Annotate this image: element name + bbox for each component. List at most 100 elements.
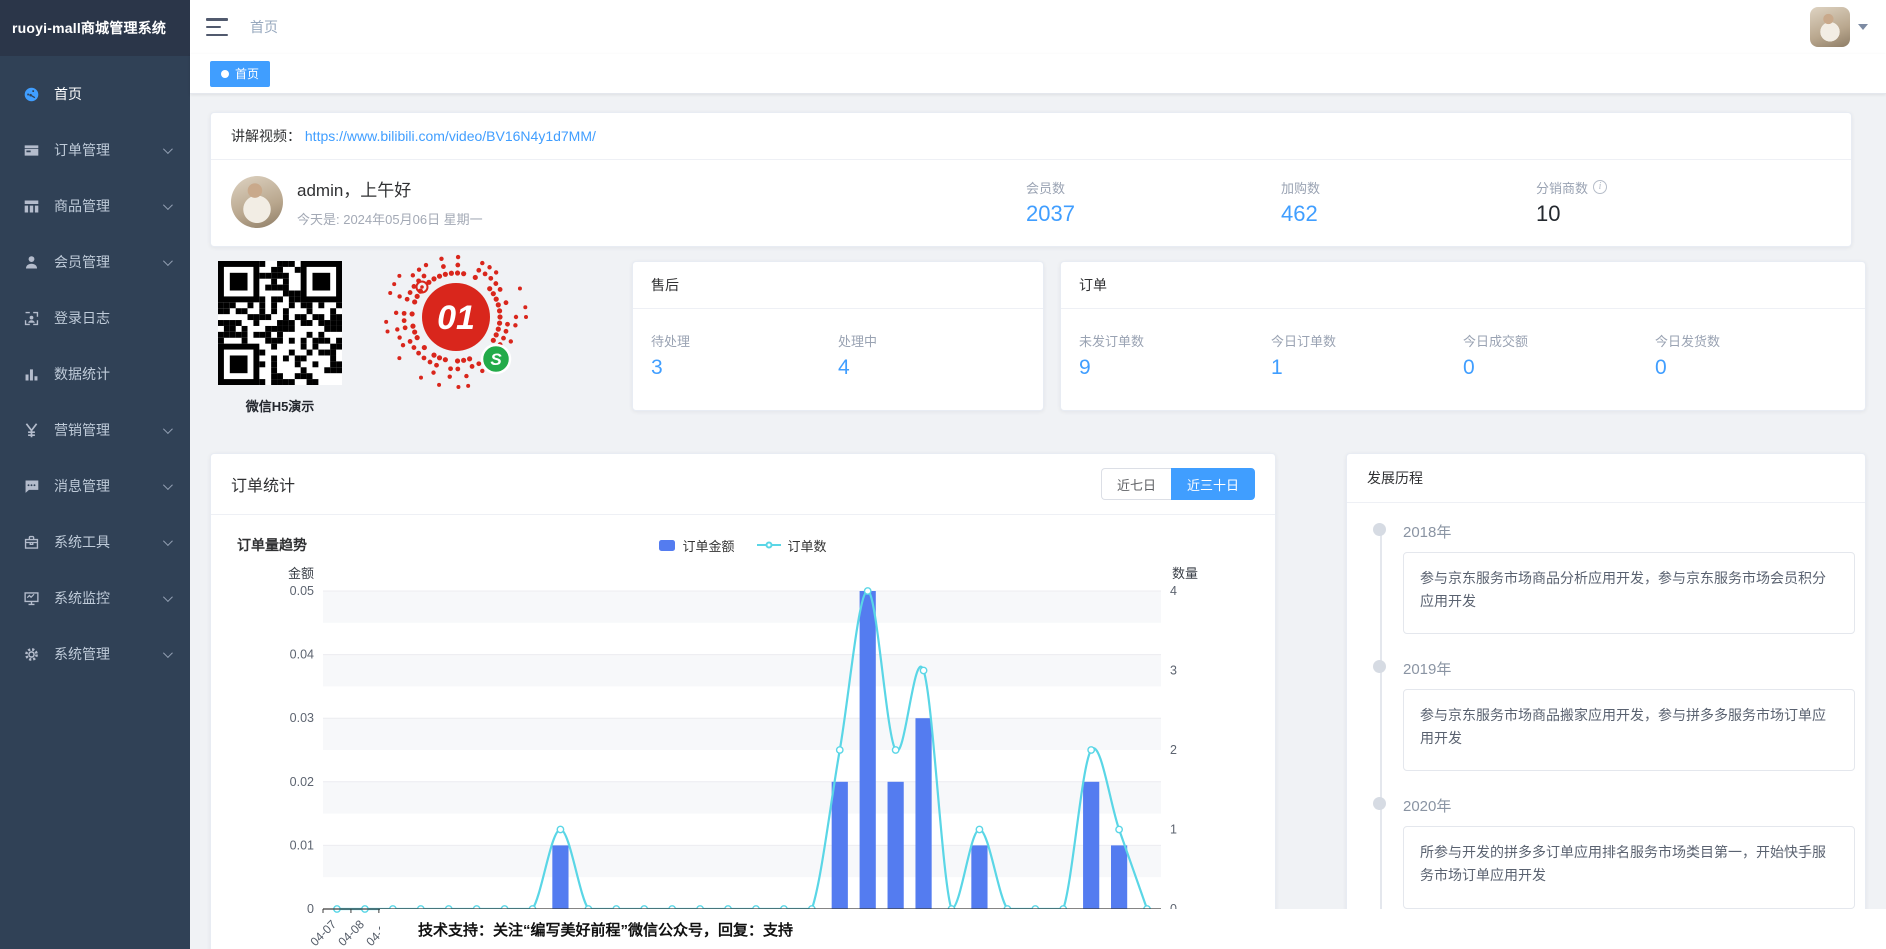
message-icon	[22, 477, 40, 495]
app-root: ruoyi-mall商城管理系统 首页 订单管理 商品管理	[0, 0, 1886, 949]
product-icon	[22, 197, 40, 215]
timeline-year: 2019年	[1403, 658, 1841, 679]
timeline-item-2020: 2020年 所参与开发的拼多多订单应用排名服务市场类目第一，开始快手服务市场订单…	[1369, 795, 1841, 908]
timeline-dot	[1373, 660, 1386, 673]
tab-home-label: 首页	[235, 65, 259, 82]
sidebar-item-orders[interactable]: 订单管理	[0, 122, 190, 178]
metric-label: 待处理	[651, 331, 838, 350]
metric-label: 今日发货数	[1655, 331, 1847, 350]
timeline-text: 所参与开发的拼多多订单应用排名服务市场类目第一，开始快手服务市场订单应用开发	[1403, 826, 1855, 908]
timeline-year: 2020年	[1403, 795, 1841, 816]
metric-label: 未发订单数	[1079, 331, 1271, 350]
chart-legend: 订单金额 订单数	[237, 536, 1249, 555]
timeline-text: 参与京东服务市场商品分析应用开发，参与京东服务市场会员积分应用开发	[1403, 552, 1855, 634]
stat-label: 会员数	[1026, 178, 1065, 197]
qr-and-summary-row: 微信H5演示 01S 售后 待处理 3 处理中	[210, 261, 1866, 415]
range-last-30-days-button[interactable]: 近三十日	[1171, 468, 1255, 500]
sidebar-item-label: 系统工具	[54, 532, 163, 552]
order-trend-chart[interactable]: 00.010.020.030.040.05金额01234数量04-0704-08…	[237, 557, 1249, 949]
sidebar-item-system-tools[interactable]: 系统工具	[0, 514, 190, 570]
legend-order-amount[interactable]: 订单金额	[659, 536, 734, 555]
user-avatar[interactable]	[1810, 7, 1850, 47]
stat-distributors: 分销商数 i 10	[1536, 178, 1791, 227]
top-navbar: 首页	[190, 0, 1886, 54]
sidebar-item-label: 会员管理	[54, 252, 163, 272]
metric-label: 处理中	[838, 331, 1025, 350]
page-content: 讲解视频： https://www.bilibili.com/video/BV1…	[190, 94, 1886, 949]
order-unshipped: 未发订单数 9	[1079, 331, 1271, 380]
sidebar-item-label: 系统监控	[54, 588, 163, 608]
metric-value[interactable]: 0	[1655, 356, 1847, 380]
aftersale-card: 售后 待处理 3 处理中 4	[632, 261, 1044, 411]
svg-text:数量: 数量	[1172, 566, 1198, 581]
sidebar-item-messages[interactable]: 消息管理	[0, 458, 190, 514]
stat-value: 2037	[1026, 201, 1281, 227]
info-icon[interactable]: i	[1593, 180, 1607, 194]
metric-value[interactable]: 0	[1463, 356, 1655, 380]
sidebar-item-marketing[interactable]: 营销管理	[0, 402, 190, 458]
greeting-row: admin，上午好 今天是: 2024年05月06日 星期一 会员数 2037 …	[211, 160, 1851, 246]
app-logo-title: ruoyi-mall商城管理系统	[0, 0, 190, 56]
bar-legend-swatch	[659, 540, 675, 551]
stat-label: 加购数	[1281, 178, 1320, 197]
svg-text:4: 4	[1170, 584, 1177, 598]
legend-order-count[interactable]: 订单数	[757, 536, 827, 555]
metric-value[interactable]: 1	[1271, 356, 1463, 380]
sidebar-toggle-icon[interactable]	[206, 18, 228, 36]
sidebar-item-login-log[interactable]: 登录日志	[0, 290, 190, 346]
wechat-h5-qr-label: 微信H5演示	[218, 396, 342, 415]
qr-zone: 微信H5演示 01S	[210, 261, 610, 415]
chevron-down-icon	[163, 200, 173, 210]
sidebar-item-system-settings[interactable]: 系统管理	[0, 626, 190, 682]
date-range-toggle: 近七日 近三十日	[1101, 468, 1255, 500]
login-log-icon	[22, 309, 40, 327]
stat-members: 会员数 2037	[1026, 178, 1281, 227]
metric-value[interactable]: 4	[838, 356, 1025, 380]
chevron-down-icon	[163, 648, 173, 658]
mini-program-qr-code: 01S	[378, 251, 536, 406]
sidebar-item-members[interactable]: 会员管理	[0, 234, 190, 290]
breadcrumb[interactable]: 首页	[250, 17, 278, 37]
timeline-dot	[1373, 523, 1386, 536]
legend-label: 订单数	[788, 536, 827, 555]
metric-value[interactable]: 9	[1079, 356, 1271, 380]
svg-text:1: 1	[1170, 823, 1177, 837]
timeline-item-2019: 2019年 参与京东服务市场商品搬家应用开发，参与拼多多服务市场订单应用开发	[1369, 658, 1841, 771]
metric-value[interactable]: 3	[651, 356, 838, 380]
svg-text:04-07: 04-07	[307, 917, 339, 949]
chevron-down-icon	[163, 256, 173, 266]
tab-home[interactable]: 首页	[210, 61, 270, 87]
order-today-count: 今日订单数 1	[1271, 331, 1463, 380]
tools-icon	[22, 533, 40, 551]
wechat-h5-qr-code	[218, 261, 342, 390]
sidebar-item-system-monitor[interactable]: 系统监控	[0, 570, 190, 626]
statistics-icon	[22, 365, 40, 383]
timeline-title: 发展历程	[1347, 454, 1865, 503]
sidebar-item-label: 系统管理	[54, 644, 163, 664]
sidebar-item-home[interactable]: 首页	[0, 66, 190, 122]
svg-text:04-08: 04-08	[335, 917, 367, 949]
stat-value: 462	[1281, 201, 1536, 227]
order-statistics-card: 订单统计 近七日 近三十日 订单量趋势 订单金额	[210, 453, 1276, 949]
svg-text:3: 3	[1170, 664, 1177, 678]
range-last-7-days-button[interactable]: 近七日	[1101, 468, 1171, 500]
sidebar-item-products[interactable]: 商品管理	[0, 178, 190, 234]
chevron-down-icon	[163, 536, 173, 546]
svg-text:S: S	[490, 350, 502, 369]
svg-text:0.04: 0.04	[290, 648, 314, 662]
sidebar-item-label: 登录日志	[54, 308, 170, 328]
chart-subtitle: 订单量趋势	[237, 535, 307, 555]
stat-label: 分销商数	[1536, 178, 1588, 197]
video-notice-row: 讲解视频： https://www.bilibili.com/video/BV1…	[211, 113, 1851, 160]
order-card-title: 订单	[1061, 262, 1865, 309]
legend-label: 订单金额	[682, 536, 734, 555]
footer-text: 技术支持：关注“编写美好前程”微信公众号，回复：支持	[418, 919, 793, 940]
charts-row: 订单统计 近七日 近三十日 订单量趋势 订单金额	[210, 453, 1866, 949]
sidebar-item-statistics[interactable]: 数据统计	[0, 346, 190, 402]
svg-text:2: 2	[1170, 743, 1177, 757]
video-notice-label: 讲解视频：	[231, 128, 301, 144]
video-link[interactable]: https://www.bilibili.com/video/BV16N4y1d…	[305, 128, 596, 144]
tags-view-bar: 首页	[190, 54, 1886, 94]
user-menu-caret-icon[interactable]	[1858, 24, 1868, 30]
timeline-text: 参与京东服务市场商品搬家应用开发，参与拼多多服务市场订单应用开发	[1403, 689, 1855, 771]
